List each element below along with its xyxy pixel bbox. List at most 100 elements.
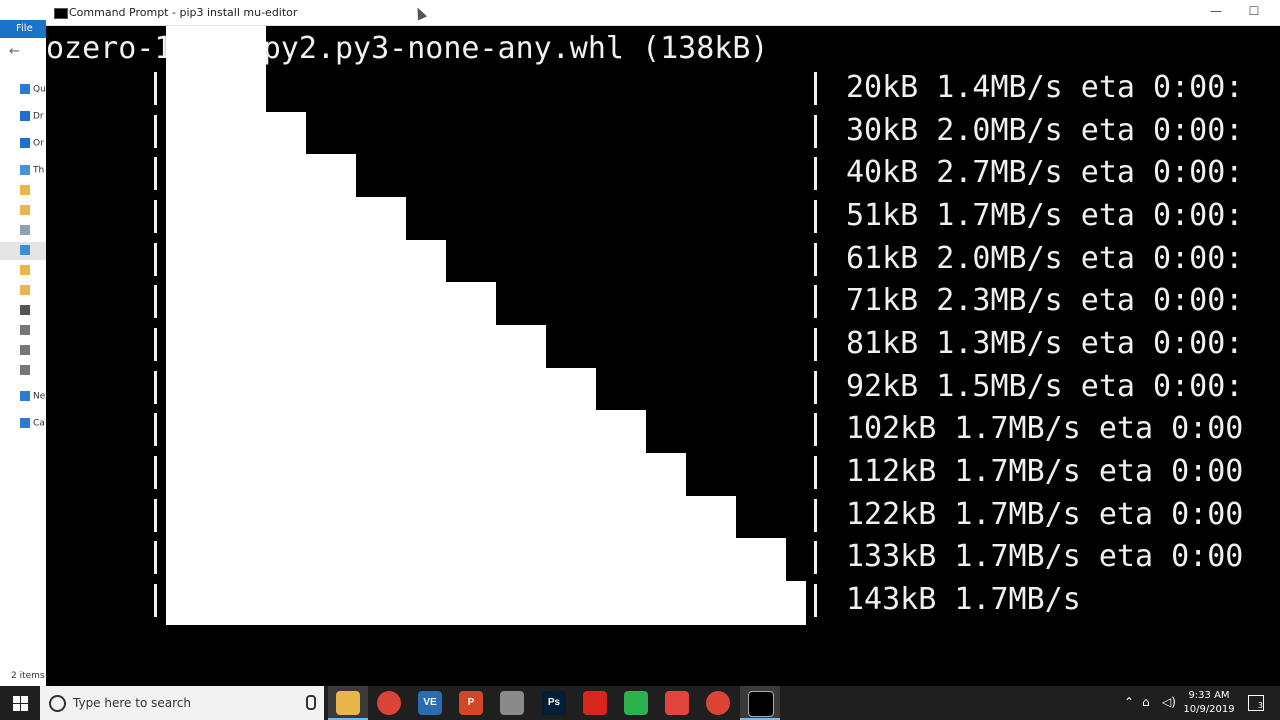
vscode-like-icon[interactable]: VE — [418, 691, 442, 715]
chevron-up-icon[interactable]: ⌃ — [1124, 695, 1134, 709]
computer-icon — [20, 165, 30, 175]
nav-item[interactable] — [20, 265, 46, 283]
chrome-2-icon[interactable] — [706, 691, 730, 715]
progress-bar-fill — [166, 581, 806, 625]
nav-item[interactable] — [20, 305, 46, 323]
notification-center-icon[interactable]: 3 — [1248, 695, 1264, 711]
nav-item-label: Th — [33, 165, 45, 176]
chrome-icon[interactable] — [377, 691, 401, 715]
nav-item-label: Qu — [33, 84, 46, 95]
nav-item[interactable] — [20, 205, 46, 223]
progress-bar-fill — [166, 239, 446, 284]
nav-item[interactable]: Th — [20, 165, 46, 183]
windows-logo-icon — [21, 704, 28, 711]
console-output[interactable]: ozero-1.5.1-py2.py3-none-any.whl (138kB)… — [46, 26, 1280, 686]
microphone-icon[interactable] — [306, 695, 316, 710]
progress-bar-right-border — [814, 370, 817, 404]
maximize-button[interactable]: ☐ — [1242, 4, 1266, 20]
nav-item[interactable] — [20, 245, 46, 263]
nav-item[interactable]: Or — [20, 138, 46, 156]
download-filename-line: ozero-1.5.1-py2.py3-none-any.whl (138kB) — [46, 31, 769, 66]
folder-icon — [20, 185, 30, 195]
nav-item[interactable] — [20, 345, 46, 363]
drive-icon — [20, 325, 30, 335]
nav-item[interactable] — [20, 185, 46, 203]
progress-bar-right-border — [814, 72, 817, 105]
progress-bar-fill — [166, 111, 306, 156]
cmd-title-bar[interactable]: Command Prompt - pip3 install mu-editor … — [46, 0, 1280, 26]
progress-bar-right-border — [814, 541, 817, 575]
acrobat-icon[interactable] — [583, 691, 607, 715]
command-prompt-icon[interactable] — [748, 691, 774, 717]
start-button[interactable] — [0, 686, 40, 720]
progress-bar-fill — [166, 197, 406, 241]
status-item-count: 2 items — [11, 671, 45, 681]
progress-bar-right-border — [814, 242, 817, 276]
powerpoint-icon[interactable]: P — [459, 691, 483, 715]
minimize-button[interactable]: — — [1204, 4, 1228, 20]
globe-icon — [20, 418, 30, 428]
nav-item-label: Or — [33, 138, 44, 149]
camtasia-icon[interactable] — [624, 691, 648, 715]
nav-item[interactable] — [20, 225, 46, 243]
clock[interactable]: 9:33 AM 10/9/2019 — [1180, 689, 1238, 717]
progress-bar-left-border — [154, 157, 157, 191]
document-icon — [20, 225, 30, 235]
progress-status-text: 20kB 1.4MB/s eta 0:00: — [846, 70, 1244, 105]
taskbar-search-box[interactable]: Type here to search — [40, 686, 324, 720]
progress-bar-fill — [166, 495, 736, 540]
progress-status-text: 51kB 1.7MB/s eta 0:00: — [846, 198, 1244, 233]
windows-logo-icon — [13, 704, 20, 711]
nav-item[interactable]: Ca — [20, 418, 46, 436]
taskbar: Type here to search VE P Ps ⌃ ⌂ ◁) 9:33 AM… — [0, 686, 1280, 720]
window-title: Command Prompt - pip3 install mu-editor — [69, 6, 298, 19]
progress-bar-right-border — [814, 456, 817, 490]
progress-bar-left-border — [154, 456, 157, 490]
progress-bar-fill — [166, 453, 686, 497]
back-arrow-icon[interactable]: ← — [9, 44, 20, 59]
clock-time: 9:33 AM — [1188, 690, 1230, 701]
progress-bar-right-border — [814, 413, 817, 447]
onedrive-icon — [20, 138, 30, 148]
progress-bar-right-border — [814, 328, 817, 362]
progress-bar-left-border — [154, 584, 157, 618]
file-tab[interactable]: File — [0, 20, 46, 38]
nav-item[interactable]: Ne — [20, 391, 46, 409]
file-explorer-icon[interactable] — [336, 691, 360, 715]
camtasia-recorder-icon[interactable] — [665, 691, 689, 715]
progress-bar-left-border — [154, 72, 157, 105]
progress-bar-fill — [166, 282, 496, 326]
progress-status-text: 143kB 1.7MB/s — [846, 582, 1081, 618]
progress-bar-left-border — [154, 328, 157, 362]
progress-status-text: 30kB 2.0MB/s eta 0:00: — [846, 112, 1244, 148]
progress-bar-left-border — [154, 541, 157, 575]
command-prompt-icon — [54, 8, 68, 19]
progress-bar-fill — [166, 26, 266, 114]
video-icon — [20, 305, 30, 315]
windows-logo-icon — [13, 696, 20, 703]
progress-bar-right-border — [814, 200, 817, 233]
nav-item[interactable] — [20, 365, 46, 383]
network-tray-icon[interactable]: ⌂ — [1142, 695, 1150, 709]
nav-item-label: Ca — [33, 418, 45, 429]
progress-bar-left-border — [154, 285, 157, 319]
nav-item[interactable] — [20, 285, 46, 303]
progress-bar-left-border — [154, 370, 157, 404]
nav-item[interactable] — [20, 325, 46, 343]
search-placeholder: Type here to search — [73, 696, 191, 710]
nav-item[interactable]: Qu — [20, 84, 46, 102]
download-icon — [20, 245, 30, 255]
nav-item[interactable]: Dr — [20, 111, 46, 129]
progress-status-text: 112kB 1.7MB/s eta 0:00 — [846, 454, 1244, 490]
progress-status-text: 61kB 2.0MB/s eta 0:00: — [846, 240, 1244, 276]
dropbox-icon — [20, 111, 30, 121]
progress-bar-right-border — [814, 157, 817, 191]
camera-icon[interactable] — [500, 691, 524, 715]
drive-icon — [20, 345, 30, 355]
progress-bar-left-border — [154, 200, 157, 233]
photoshop-icon[interactable]: Ps — [542, 691, 566, 715]
progress-bar-left-border — [154, 242, 157, 276]
progress-bar-left-border — [154, 413, 157, 447]
volume-icon[interactable]: ◁) — [1162, 695, 1176, 709]
nav-item-label: Ne — [33, 391, 46, 402]
